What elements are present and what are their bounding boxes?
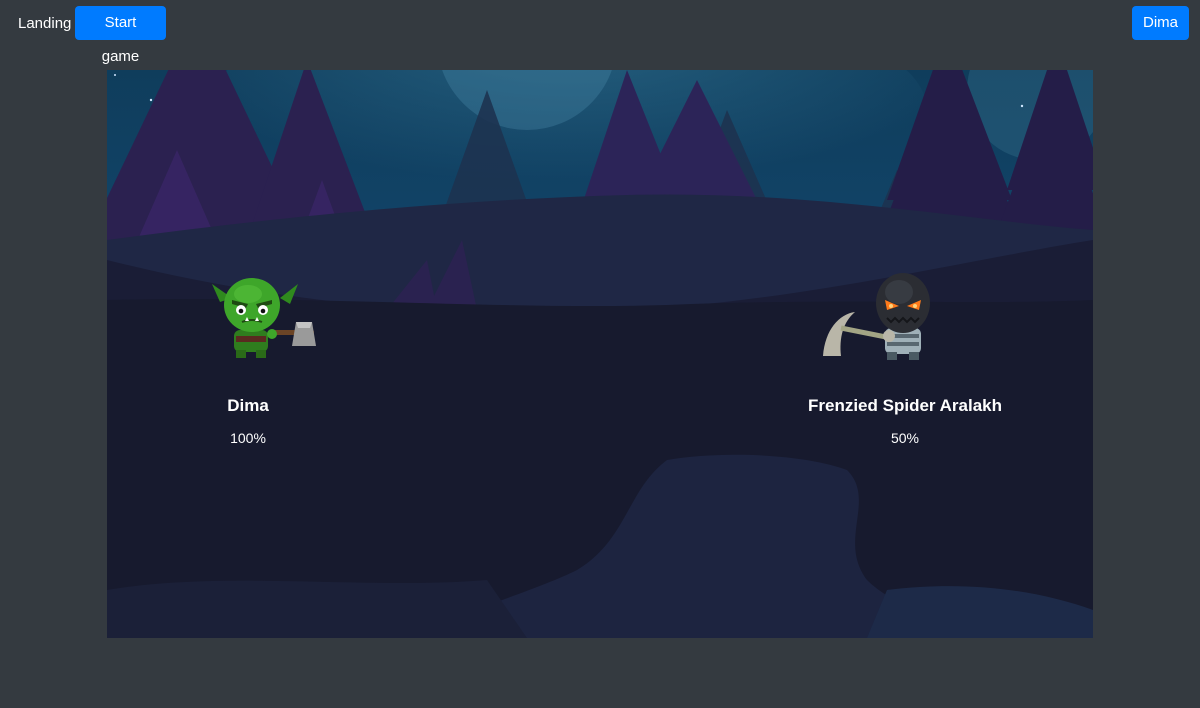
- enemy-health: 50%: [890, 430, 920, 446]
- brand-link[interactable]: Landing: [18, 15, 71, 32]
- top-navbar: Landing Start game Dima: [0, 0, 1200, 65]
- start-game-button[interactable]: Start game: [75, 6, 166, 65]
- battle-arena: Dima 100% Frenzied Spider Aralakh 50%: [107, 70, 1093, 638]
- enemy-name: Frenzied Spider Aralakh: [808, 396, 1002, 415]
- user-button[interactable]: Dima: [1132, 6, 1189, 40]
- orc-sprite-icon: [212, 278, 316, 358]
- player-name: Dima: [227, 396, 269, 415]
- golem-sprite-icon: [823, 273, 930, 360]
- player-health: 100%: [230, 430, 266, 446]
